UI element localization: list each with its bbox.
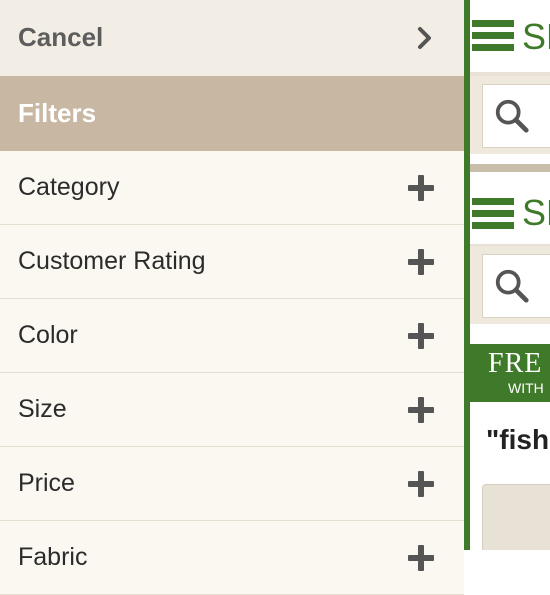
background-page: SH SH FRE WITH "fish [464,0,550,550]
product-card[interactable] [482,484,550,550]
search-query-title: "fish [486,424,550,455]
search-bar [464,76,550,154]
filter-label: Customer Rating [18,247,206,275]
plus-icon [408,545,434,571]
filter-label: Color [18,321,78,349]
site-header-2: SH [464,172,550,248]
filter-drawer: Cancel Filters Category Customer Rating … [0,0,464,595]
cancel-label: Cancel [18,22,104,52]
filter-color[interactable]: Color [0,299,464,373]
search-bar-2 [464,246,550,324]
search-icon [495,269,529,303]
search-icon [495,99,529,133]
filter-fabric[interactable]: Fabric [0,521,464,595]
search-input[interactable] [482,254,550,318]
plus-icon [408,249,434,275]
site-logo[interactable]: SH [522,16,550,58]
filter-customer-rating[interactable]: Customer Rating [0,225,464,299]
plus-icon [408,471,434,497]
site-header: SH [464,0,550,76]
filters-heading: Filters [0,76,464,151]
site-logo[interactable]: SH [522,192,550,234]
hamburger-menu-icon[interactable] [472,20,514,52]
filter-label: Size [18,395,67,423]
filter-label: Category [18,173,120,201]
hamburger-menu-icon[interactable] [472,198,514,230]
banner-headline: FRE [488,348,543,379]
filter-price[interactable]: Price [0,447,464,521]
search-input[interactable] [482,84,550,148]
plus-icon [408,175,434,201]
filter-label: Fabric [18,543,88,571]
promo-banner[interactable]: FRE WITH [464,344,550,402]
filter-size[interactable]: Size [0,373,464,447]
filter-label: Price [18,469,75,497]
cancel-button[interactable]: Cancel [0,0,464,77]
plus-icon [408,397,434,423]
banner-subtext: WITH [508,380,544,396]
drawer-edge [464,0,470,550]
filters-title: Filters [18,98,97,128]
chevron-right-icon [418,27,431,49]
plus-icon [408,323,434,349]
filter-category[interactable]: Category [0,151,464,225]
